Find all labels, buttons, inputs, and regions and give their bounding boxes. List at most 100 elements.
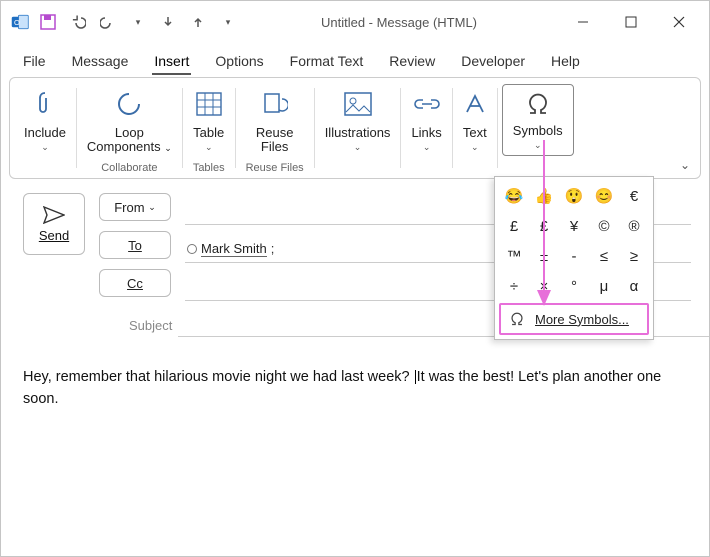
include-label: Include [24, 126, 66, 140]
symbol-cell[interactable]: £ [499, 211, 529, 241]
chevron-down-icon[interactable]: ▾ [129, 13, 147, 31]
symbol-cell[interactable]: α [619, 271, 649, 301]
ribbon: Include ⌄ LoopComponents ⌄ Collaborate T… [9, 77, 701, 179]
window-controls [561, 7, 701, 37]
symbols-label: Symbols [513, 124, 563, 138]
table-icon [196, 84, 222, 124]
symbol-grid: 😂 👍 😲 😊 € £ £ ¥ © ® ™ ± - ≤ ≥ ÷ × ° μ α [499, 181, 649, 301]
send-label: Send [39, 228, 69, 243]
tab-format-text[interactable]: Format Text [280, 47, 374, 77]
svg-text:O: O [14, 18, 20, 27]
separator [76, 88, 77, 168]
symbol-cell[interactable]: ® [619, 211, 649, 241]
table-button[interactable]: Table ⌄ Tables [185, 82, 233, 174]
illustrations-label: Illustrations [325, 126, 391, 140]
loop-label: LoopComponents ⌄ [87, 126, 172, 155]
tab-file[interactable]: File [13, 47, 56, 77]
symbol-cell[interactable]: 😂 [499, 181, 529, 211]
tab-options[interactable]: Options [205, 47, 273, 77]
tables-footer: Tables [193, 160, 225, 174]
chevron-down-icon: ⌄ [534, 140, 542, 151]
text-button[interactable]: Text ⌄ [455, 82, 495, 174]
recipient-chip[interactable]: Mark Smith; [187, 241, 274, 257]
symbols-button[interactable]: Symbols ⌄ [502, 84, 574, 156]
reuse-files-footer: Reuse Files [246, 160, 304, 174]
presence-icon [187, 244, 197, 254]
up-arrow-icon[interactable] [189, 13, 207, 31]
text-label: Text [463, 126, 487, 140]
symbol-cell[interactable]: × [529, 271, 559, 301]
symbol-cell[interactable]: ™ [499, 241, 529, 271]
links-button[interactable]: Links ⌄ [403, 82, 449, 174]
more-symbols-label: More Symbols... [535, 312, 629, 327]
close-button[interactable] [657, 7, 701, 37]
tab-developer[interactable]: Developer [451, 47, 535, 77]
omega-icon [509, 311, 525, 327]
cc-button[interactable]: Cc [99, 269, 171, 297]
more-symbols-button[interactable]: More Symbols... [499, 303, 649, 335]
send-button[interactable]: Send [23, 193, 85, 255]
symbol-cell[interactable]: 😊 [589, 181, 619, 211]
minimize-button[interactable] [561, 7, 605, 37]
chevron-down-icon: ⌄ [354, 142, 362, 153]
symbol-cell[interactable]: 😲 [559, 181, 589, 211]
body-text: Hey, remember that hilarious movie night… [23, 369, 414, 385]
down-arrow-icon[interactable] [159, 13, 177, 31]
recipient-name: Mark Smith [201, 241, 267, 257]
tab-review[interactable]: Review [379, 47, 445, 77]
send-icon [43, 206, 65, 224]
tab-help[interactable]: Help [541, 47, 590, 77]
chevron-down-icon: ⌄ [423, 142, 431, 153]
ribbon-tabs: File Message Insert Options Format Text … [1, 43, 709, 77]
tab-insert[interactable]: Insert [144, 47, 199, 77]
separator [182, 88, 183, 168]
include-group[interactable]: Include ⌄ [16, 82, 74, 174]
title-bar: O ▾ ▾ Untitled - Message (HTML) [1, 1, 709, 43]
from-button[interactable]: From ⌄ [99, 193, 171, 221]
symbol-cell[interactable]: - [559, 241, 589, 271]
symbol-cell[interactable]: ÷ [499, 271, 529, 301]
collaborate-footer: Collaborate [101, 160, 157, 174]
omega-icon [525, 87, 551, 122]
attach-icon [34, 84, 56, 124]
symbol-cell[interactable]: € [619, 181, 649, 211]
separator [314, 88, 315, 168]
redo-icon[interactable] [99, 13, 117, 31]
symbol-cell[interactable]: £ [529, 211, 559, 241]
separator [497, 88, 498, 168]
undo-icon[interactable] [69, 13, 87, 31]
loop-icon [116, 84, 142, 124]
link-icon [414, 84, 440, 124]
symbol-cell[interactable]: ≤ [589, 241, 619, 271]
message-body[interactable]: Hey, remember that hilarious movie night… [1, 347, 709, 431]
subject-label: Subject [129, 318, 172, 333]
symbol-cell[interactable]: ° [559, 271, 589, 301]
symbol-cell[interactable]: μ [589, 271, 619, 301]
tab-message[interactable]: Message [62, 47, 139, 77]
symbol-cell[interactable]: ± [529, 241, 559, 271]
quick-access-toolbar: ▾ ▾ [39, 13, 237, 31]
chevron-down-icon: ⌄ [41, 142, 49, 153]
illustrations-icon [344, 84, 372, 124]
symbol-cell[interactable]: © [589, 211, 619, 241]
loop-components-button[interactable]: LoopComponents ⌄ Collaborate [79, 82, 180, 174]
maximize-button[interactable] [609, 7, 653, 37]
save-icon[interactable] [39, 13, 57, 31]
chevron-down-icon: ⌄ [471, 142, 479, 153]
window-title: Untitled - Message (HTML) [237, 15, 561, 30]
separator [235, 88, 236, 168]
symbol-cell[interactable]: ≥ [619, 241, 649, 271]
qat-overflow-icon[interactable]: ▾ [219, 13, 237, 31]
separator [452, 88, 453, 168]
table-label: Table [193, 126, 224, 140]
illustrations-button[interactable]: Illustrations ⌄ [317, 82, 399, 174]
reuse-files-label: ReuseFiles [256, 126, 294, 155]
symbol-cell[interactable]: ¥ [559, 211, 589, 241]
symbols-flyout: 😂 👍 😲 😊 € £ £ ¥ © ® ™ ± - ≤ ≥ ÷ × ° μ α … [494, 176, 654, 340]
outlook-icon: O [11, 13, 29, 31]
to-button[interactable]: To [99, 231, 171, 259]
symbol-cell[interactable]: 👍 [529, 181, 559, 211]
reuse-files-button[interactable]: ReuseFiles Reuse Files [238, 82, 312, 174]
reuse-files-icon [262, 84, 288, 124]
ribbon-collapse-icon[interactable]: ⌄ [680, 158, 690, 172]
